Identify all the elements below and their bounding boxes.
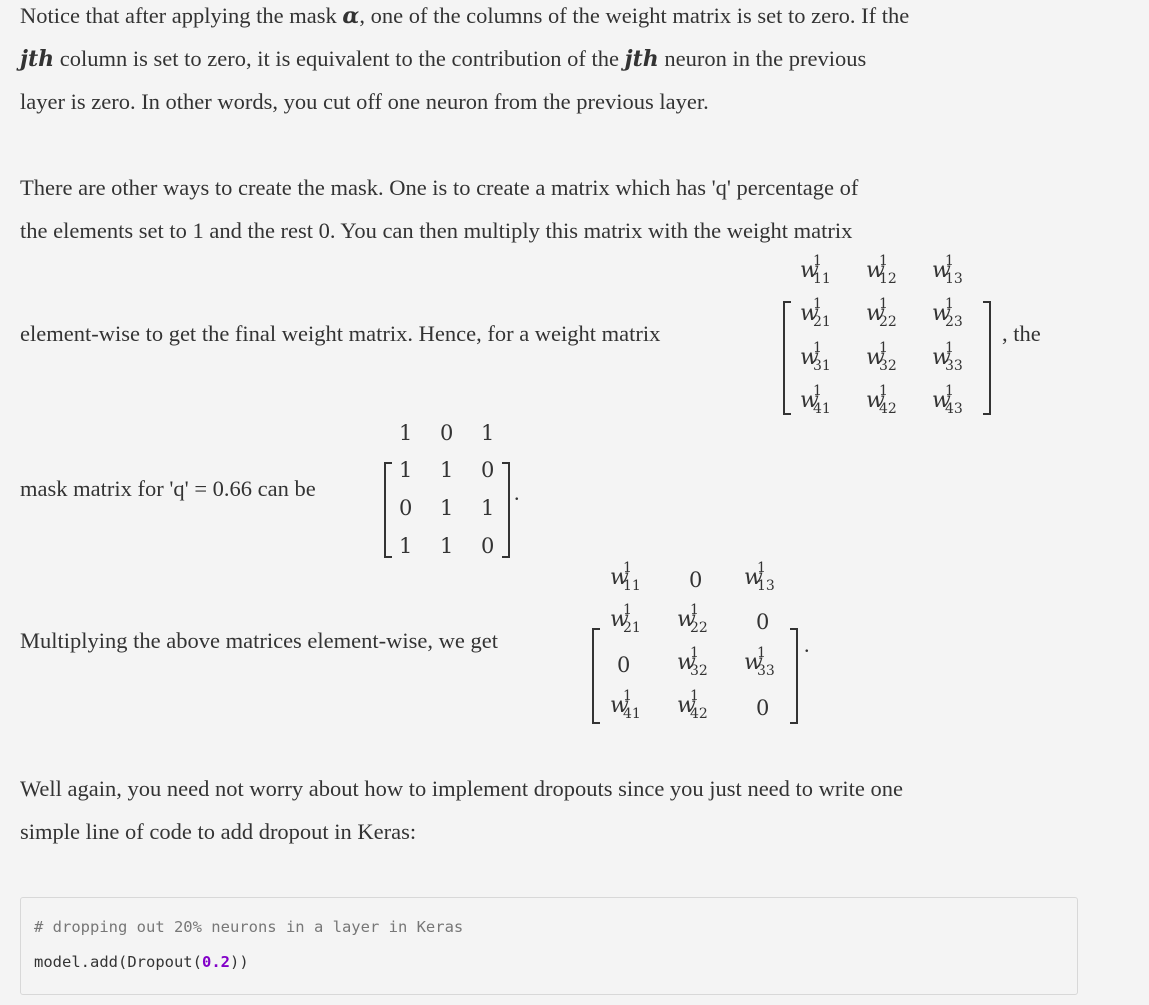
weight-entry: w 1 13 [932,253,963,287]
mask-entry: 1 [481,496,495,520]
weight-entry: w 1 43 [932,383,963,417]
result-zero-entry: 0 [617,653,631,677]
para2-line4: mask matrix for 'q' = 0.66 can be [20,476,316,501]
para3-text: Multiplying the above matrices element-w… [20,628,498,653]
weight-entry: w 1 42 [866,383,897,417]
weight-entry: w 1 23 [932,296,963,330]
result-weight-entry: w 1 13 [744,560,775,594]
mask-entry: 1 [399,458,413,482]
code-block[interactable]: # dropping out 20% neurons in a layer in… [20,897,1078,995]
mask-entry: 1 [399,534,413,558]
result-zero-entry: 0 [756,696,770,720]
para2-line1: There are other ways to create the mask.… [20,175,859,200]
result-zero-entry: 0 [689,568,703,592]
result-weight-entry: w 1 11 [610,560,641,594]
weight-matrix-left-bracket [783,301,791,415]
mask-entry: 0 [481,534,495,558]
result-weight-entry: w 1 42 [677,688,708,722]
code-line: model.add(Dropout(0.2)) [34,953,249,971]
result-zero-entry: 0 [756,610,770,634]
para2-line3: element-wise to get the final weight mat… [20,321,661,346]
result-matrix-left-bracket [592,628,600,724]
mask-entry: 0 [481,458,495,482]
para4-line2: simple line of code to add dropout in Ke… [20,819,417,844]
mask-matrix-period: . [514,480,520,505]
weight-entry: w 1 12 [866,253,897,287]
result-weight-entry: w 1 22 [677,602,708,636]
para4-line1: Well again, you need not worry about how… [20,776,904,801]
mask-entry: 1 [440,458,454,482]
mask-matrix-left-bracket [384,462,392,558]
code-comment: # dropping out 20% neurons in a layer in… [34,918,464,936]
alpha-symbol: α [342,3,360,29]
para2-line3-end: , the [1002,321,1041,346]
weight-entry: w 1 31 [800,340,831,374]
mask-entry: 1 [440,496,454,520]
result-matrix-period: . [804,632,810,657]
weight-entry: w 1 33 [932,340,963,374]
result-weight-entry: w 1 21 [610,602,641,636]
para1-line1: Notice that after applying the mask α, o… [20,3,910,29]
result-matrix-right-bracket [790,628,798,724]
para1-line3: layer is zero. In other words, you cut o… [20,89,709,114]
result-weight-entry: w 1 33 [744,645,775,679]
mask-entry: 0 [399,496,413,520]
weight-entry: w 1 22 [866,296,897,330]
code-number: 0.2 [201,953,230,971]
weight-matrix-right-bracket [983,301,991,415]
mask-entry: 1 [440,534,454,558]
weight-entry: w 1 32 [866,340,897,374]
result-weight-entry: w 1 41 [610,688,641,722]
para2-line2: the elements set to 1 and the rest 0. Yo… [20,218,853,243]
mask-matrix-right-bracket [502,462,510,558]
mask-entry: 0 [440,421,454,445]
mask-entry: 1 [481,421,495,445]
weight-entry: w 1 21 [800,296,831,330]
result-weight-entry: w 1 32 [677,645,708,679]
mask-entry: 1 [399,421,413,445]
weight-entry: w 1 41 [800,383,831,417]
weight-entry: w 1 11 [800,253,831,287]
para1-line2: jth column is set to zero, it is equival… [20,46,867,72]
